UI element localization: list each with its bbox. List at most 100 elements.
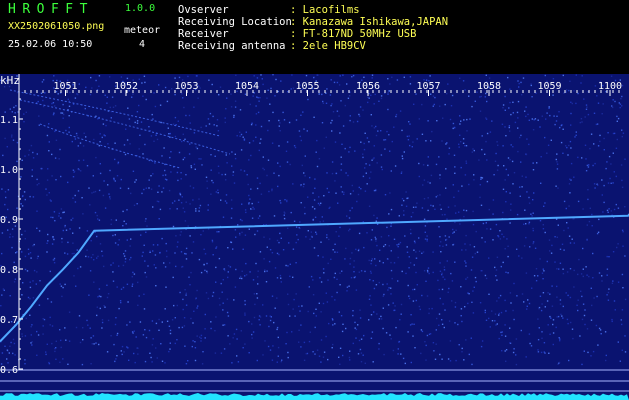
noise-speck [282,111,284,114]
noise-speck [1,188,3,190]
noise-speck [314,216,317,218]
noise-speck [352,190,354,192]
noise-speck [465,339,467,341]
noise-speck [442,245,444,247]
noise-speck [357,193,360,196]
noise-speck [364,270,366,273]
noise-speck [13,261,15,264]
noise-speck [342,125,345,127]
noise-speck [155,285,157,287]
noise-speck [615,175,617,178]
noise-speck [267,159,270,161]
noise-speck [542,292,545,294]
noise-speck [44,92,46,94]
noise-speck [134,361,136,364]
noise-speck [373,127,376,129]
noise-speck [601,179,603,181]
noise-speck [158,218,160,220]
noise-speck [591,225,593,227]
noise-speck [539,220,542,222]
noise-speck [147,265,149,267]
noise-speck [234,286,237,288]
noise-speck [42,105,45,108]
noise-speck [24,268,27,271]
noise-speck [148,187,150,189]
noise-speck [526,305,528,307]
noise-speck [187,75,189,78]
noise-speck [347,97,350,99]
noise-speck [380,95,383,97]
noise-speck [401,270,403,273]
noise-speck [327,358,329,361]
noise-speck [340,100,342,102]
noise-speck [559,126,561,129]
noise-speck [250,208,252,210]
noise-speck [353,260,355,262]
noise-speck [319,204,321,206]
noise-speck [40,92,43,94]
noise-speck [313,247,316,249]
noise-speck [58,158,60,160]
noise-speck [432,95,435,97]
noise-speck [547,292,549,294]
noise-speck [383,139,385,141]
noise-speck [214,330,216,332]
noise-speck [97,296,99,298]
noise-speck [505,191,507,193]
noise-speck [128,118,131,120]
noise-speck [234,157,237,160]
noise-speck [283,214,285,216]
noise-speck [114,360,116,363]
noise-speck [479,184,481,186]
noise-speck [303,341,306,344]
noise-speck [352,342,354,345]
noise-speck [125,223,127,225]
noise-speck [602,103,604,105]
noise-speck [230,241,233,244]
noise-speck [178,151,181,154]
noise-speck [398,340,401,343]
noise-speck [206,262,208,265]
noise-speck [49,270,51,273]
noise-speck [341,330,344,333]
noise-speck [605,359,607,362]
noise-speck [496,256,499,258]
noise-speck [113,178,115,181]
noise-speck [371,331,374,333]
noise-speck [266,174,268,177]
noise-speck [2,288,5,290]
antenna-value: : 2ele HB9CV [290,40,366,52]
noise-speck [531,215,533,217]
noise-speck [322,100,324,103]
noise-speck [544,136,546,139]
noise-speck [537,119,539,121]
noise-speck [615,203,617,206]
noise-speck [375,240,377,242]
noise-speck [412,211,414,214]
noise-speck [72,169,75,171]
noise-speck [190,166,193,169]
noise-speck [403,210,405,212]
noise-speck [155,134,157,136]
noise-speck [334,299,336,301]
noise-speck [226,202,228,204]
noise-speck [96,257,98,259]
noise-speck [53,238,55,241]
noise-speck [399,110,402,112]
noise-speck [85,86,87,89]
noise-speck [556,153,558,155]
noise-speck [398,215,400,217]
noise-speck [3,289,5,291]
noise-speck [67,363,69,365]
noise-speck [169,342,171,344]
noise-speck [259,324,261,326]
noise-speck [522,77,525,79]
noise-speck [54,157,57,159]
noise-speck [379,260,381,262]
noise-speck [497,235,499,237]
noise-speck [621,323,623,326]
noise-speck [325,292,327,294]
noise-speck [349,263,351,265]
noise-speck [307,230,309,232]
noise-speck [581,121,583,123]
